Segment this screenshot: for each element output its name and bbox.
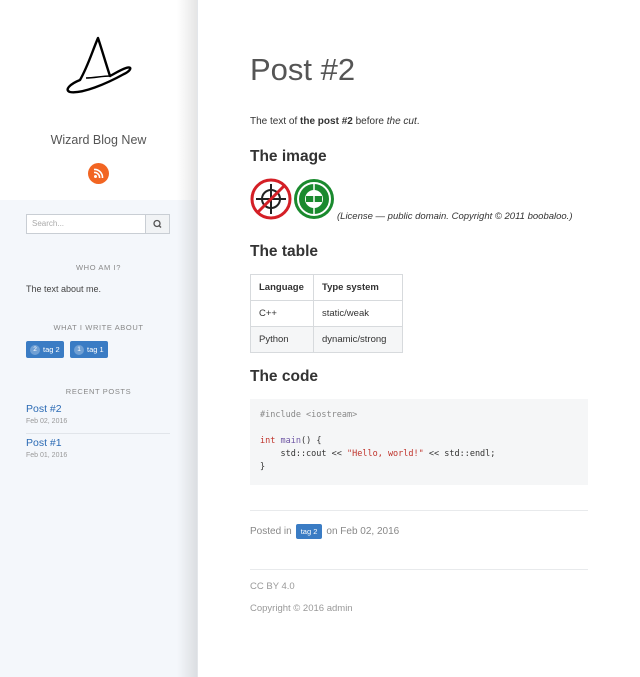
posted-prefix: Posted in xyxy=(250,526,292,537)
recent-post-date: Feb 01, 2016 xyxy=(26,452,68,459)
table-cell: Python xyxy=(250,326,314,353)
search-input[interactable]: Search... xyxy=(26,214,146,234)
table-row: Python dynamic/strong xyxy=(250,326,403,353)
recent-post-link[interactable]: Post #2 xyxy=(26,403,62,415)
table-cell: C++ xyxy=(250,300,314,327)
tag-link-tag1[interactable]: 1 tag 1 xyxy=(70,341,108,358)
about-widget-title: WHO AM I? xyxy=(76,263,121,272)
post-divider xyxy=(250,510,588,511)
copyright-text: Copyright © 2016 admin xyxy=(250,603,353,614)
green-target-image xyxy=(294,179,334,219)
table-heading: The table xyxy=(250,243,319,260)
code-text: std::cout << xyxy=(260,449,347,459)
tag-link-tag2[interactable]: 2 tag 2 xyxy=(26,341,64,358)
wizard-hat-icon[interactable] xyxy=(62,34,134,98)
code-block: #include <iostream> int main() { std::co… xyxy=(250,399,588,485)
recent-divider xyxy=(26,433,170,434)
footer-divider xyxy=(250,569,588,570)
intro-text: The text of xyxy=(250,116,301,127)
recent-post-date: Feb 02, 2016 xyxy=(26,418,68,425)
search-icon xyxy=(153,219,162,228)
table-header: Language xyxy=(250,274,314,301)
about-text: The text about me. xyxy=(26,284,102,294)
table-header-row: Language Type system xyxy=(250,274,403,301)
posted-date: on Feb 02, 2016 xyxy=(326,526,400,537)
table-cell: dynamic/strong xyxy=(313,326,403,353)
code-heading: The code xyxy=(250,368,319,385)
tag-count: 2 xyxy=(30,344,40,355)
rss-button[interactable] xyxy=(88,163,109,184)
sidebar-shadow xyxy=(177,0,197,677)
intro-text: before xyxy=(352,116,387,127)
intro-italic: the cut xyxy=(386,116,417,127)
rss-icon xyxy=(93,168,104,179)
code-function: main xyxy=(280,436,301,446)
post-title: Post #2 xyxy=(250,52,356,87)
intro-bold: the post #2 xyxy=(300,116,353,127)
tags-widget-title: WHAT I WRITE ABOUT xyxy=(53,323,144,332)
recent-post-link[interactable]: Post #1 xyxy=(26,437,62,449)
intro-text: . xyxy=(416,116,420,127)
table-header: Type system xyxy=(313,274,403,301)
recent-widget-title: RECENT POSTS xyxy=(65,387,132,396)
tag-count: 1 xyxy=(74,344,84,355)
license-link[interactable]: CC BY 4.0 xyxy=(250,581,295,592)
sidebar-divider xyxy=(197,0,198,677)
table-cell: static/weak xyxy=(313,300,403,327)
tag-label: tag 2 xyxy=(43,345,60,354)
tag-label: tag 1 xyxy=(87,345,104,354)
image-heading: The image xyxy=(250,148,327,165)
table-row: C++ static/weak xyxy=(250,300,403,327)
code-keyword: int xyxy=(260,436,276,446)
code-text: () { xyxy=(300,436,322,446)
post-intro: The text of the post #2 before the cut. xyxy=(250,116,420,127)
post-tag-link[interactable]: tag 2 xyxy=(295,524,323,539)
search-button[interactable] xyxy=(145,214,170,234)
code-string: "Hello, world!" xyxy=(347,449,424,459)
type-system-table: Language Type system C++ static/weak Pyt… xyxy=(250,274,403,353)
code-text: } xyxy=(260,462,266,472)
code-include: #include <iostream> xyxy=(260,410,358,420)
code-text: << std::endl; xyxy=(423,449,496,459)
post-meta: Posted in tag 2 on Feb 02, 2016 xyxy=(250,524,399,539)
blog-name[interactable]: Wizard Blog New xyxy=(0,133,197,147)
no-target-image xyxy=(250,178,292,220)
image-caption: (License — public domain. Copyright © 20… xyxy=(337,211,573,222)
